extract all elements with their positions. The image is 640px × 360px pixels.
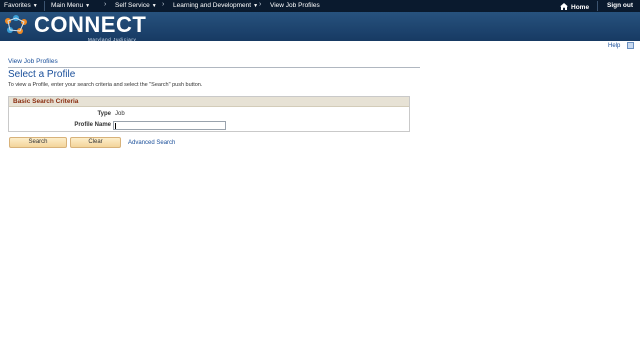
- breadcrumb-chevron-icon: ›: [104, 1, 107, 8]
- main-menu-label: Main Menu: [51, 2, 84, 9]
- basic-search-panel: Basic Search Criteria Type Job Profile N…: [8, 96, 410, 132]
- help-link[interactable]: Help: [608, 43, 620, 49]
- type-label: Type: [97, 111, 111, 117]
- home-label: Home: [571, 4, 590, 11]
- panel-title: Basic Search Criteria: [9, 97, 409, 107]
- type-value: Job: [115, 111, 125, 117]
- nav-divider: [597, 1, 598, 11]
- profile-name-label: Profile Name: [74, 122, 111, 128]
- favorites-label: Favorites: [4, 2, 31, 9]
- top-nav-bar: Favorites ▼ Main Menu ▼ › Self Service ▼ › …: [0, 0, 640, 12]
- page-title: Select a Profile: [8, 69, 76, 80]
- connect-logo-icon: [5, 15, 27, 34]
- main-menu[interactable]: Main Menu ▼: [51, 2, 90, 9]
- favorites-menu[interactable]: Favorites ▼: [4, 2, 38, 9]
- chevron-down-icon: ▼: [253, 3, 259, 9]
- logo-text: CONNECT: [34, 12, 147, 37]
- search-button[interactable]: Search: [9, 137, 67, 148]
- page-breadcrumb: View Job Profiles: [8, 58, 58, 65]
- self-service-label: Self Service: [115, 2, 150, 9]
- advanced-search-link[interactable]: Advanced Search: [128, 140, 175, 146]
- logo-subtitle: Maryland Judiciary: [88, 37, 137, 42]
- home-link[interactable]: Home: [560, 2, 589, 11]
- chevron-down-icon: ▼: [151, 3, 157, 9]
- chevron-down-icon: ▼: [32, 3, 38, 9]
- profile-name-input[interactable]: [113, 121, 226, 130]
- divider: [8, 67, 420, 68]
- sign-out-link[interactable]: Sign out: [607, 2, 633, 9]
- home-icon: [560, 3, 568, 10]
- nav-divider: [44, 1, 45, 11]
- breadcrumb-chevron-icon: ›: [259, 1, 262, 8]
- clear-button[interactable]: Clear: [70, 137, 121, 148]
- new-window-icon[interactable]: [627, 42, 634, 49]
- self-service-menu[interactable]: Self Service ▼: [115, 2, 157, 9]
- learning-label: Learning and Development: [173, 2, 252, 9]
- current-page-crumb[interactable]: View Job Profiles: [270, 2, 320, 9]
- instructions-text: To view a Profile, enter your search cri…: [8, 82, 203, 88]
- learning-menu[interactable]: Learning and Development ▼: [173, 2, 258, 9]
- chevron-down-icon: ▼: [85, 3, 91, 9]
- text-cursor: [115, 123, 116, 129]
- breadcrumb-chevron-icon: ›: [162, 1, 165, 8]
